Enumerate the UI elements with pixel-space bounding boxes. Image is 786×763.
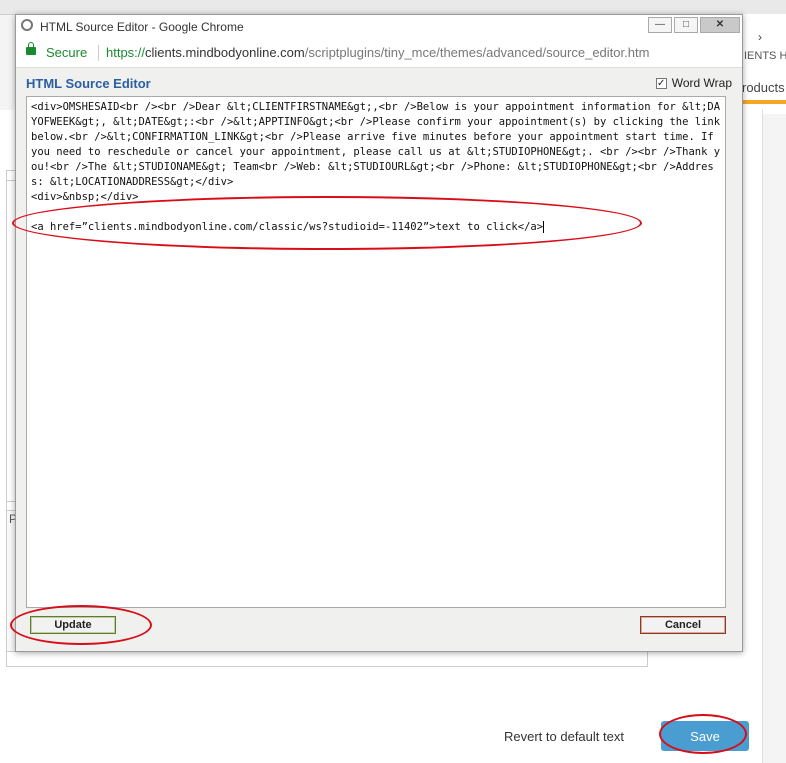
active-tab-underline xyxy=(742,100,786,104)
address-separator xyxy=(98,45,99,61)
background-top-bar xyxy=(0,0,786,15)
text-caret xyxy=(543,221,545,233)
url-host: clients.mindbodyonline.com xyxy=(145,45,305,60)
background-header-text: IENTS H xyxy=(744,50,786,62)
background-header-panel xyxy=(742,14,786,114)
maximize-icon[interactable]: □ xyxy=(674,17,698,33)
window-titlebar[interactable]: HTML Source Editor - Google Chrome — □ ✕ xyxy=(16,15,742,39)
editor-panel: HTML Source Editor ✓ Word Wrap <div>OMSH… xyxy=(16,68,742,651)
lock-icon xyxy=(26,42,36,55)
editor-title: HTML Source Editor xyxy=(26,76,151,91)
address-bar[interactable]: Secure https://clients.mindbodyonline.co… xyxy=(16,39,742,68)
save-button[interactable]: Save xyxy=(661,721,749,751)
word-wrap-checkbox[interactable]: ✓ xyxy=(655,77,667,89)
close-icon[interactable]: ✕ xyxy=(700,17,740,33)
revert-to-default-link[interactable]: Revert to default text xyxy=(504,729,624,744)
url-text[interactable]: https://clients.mindbodyonline.com/scrip… xyxy=(106,45,649,60)
html-source-textarea[interactable]: <div>OMSHESAID<br /><br />Dear &lt;CLIEN… xyxy=(26,96,726,608)
secure-label: Secure xyxy=(46,45,88,60)
url-path: /scriptplugins/tiny_mce/themes/advanced/… xyxy=(304,45,650,60)
minimize-icon[interactable]: — xyxy=(648,17,672,33)
source-editor-window: HTML Source Editor - Google Chrome — □ ✕… xyxy=(15,14,743,652)
window-controls: — □ ✕ xyxy=(648,15,742,37)
update-button[interactable]: Update xyxy=(30,616,116,634)
word-wrap-label: Word Wrap xyxy=(671,76,732,90)
anchor-link-line: <a href=”clients.mindbodyonline.com/clas… xyxy=(31,220,721,235)
word-wrap-toggle[interactable]: ✓ Word Wrap xyxy=(655,76,732,90)
chrome-icon xyxy=(21,19,33,31)
url-protocol: https:// xyxy=(106,45,146,60)
chevron-right-icon[interactable]: › xyxy=(758,30,762,44)
background-products-tab[interactable]: roducts xyxy=(742,80,785,95)
window-title: HTML Source Editor - Google Chrome xyxy=(40,20,244,34)
anchor-link-text: <a href=”clients.mindbodyonline.com/clas… xyxy=(31,221,544,233)
background-inner-panel-lower xyxy=(6,510,15,652)
cancel-button[interactable]: Cancel xyxy=(640,616,726,634)
background-inner-panel xyxy=(6,180,15,502)
html-source-content: <div>OMSHESAID<br /><br />Dear &lt;CLIEN… xyxy=(31,101,721,203)
